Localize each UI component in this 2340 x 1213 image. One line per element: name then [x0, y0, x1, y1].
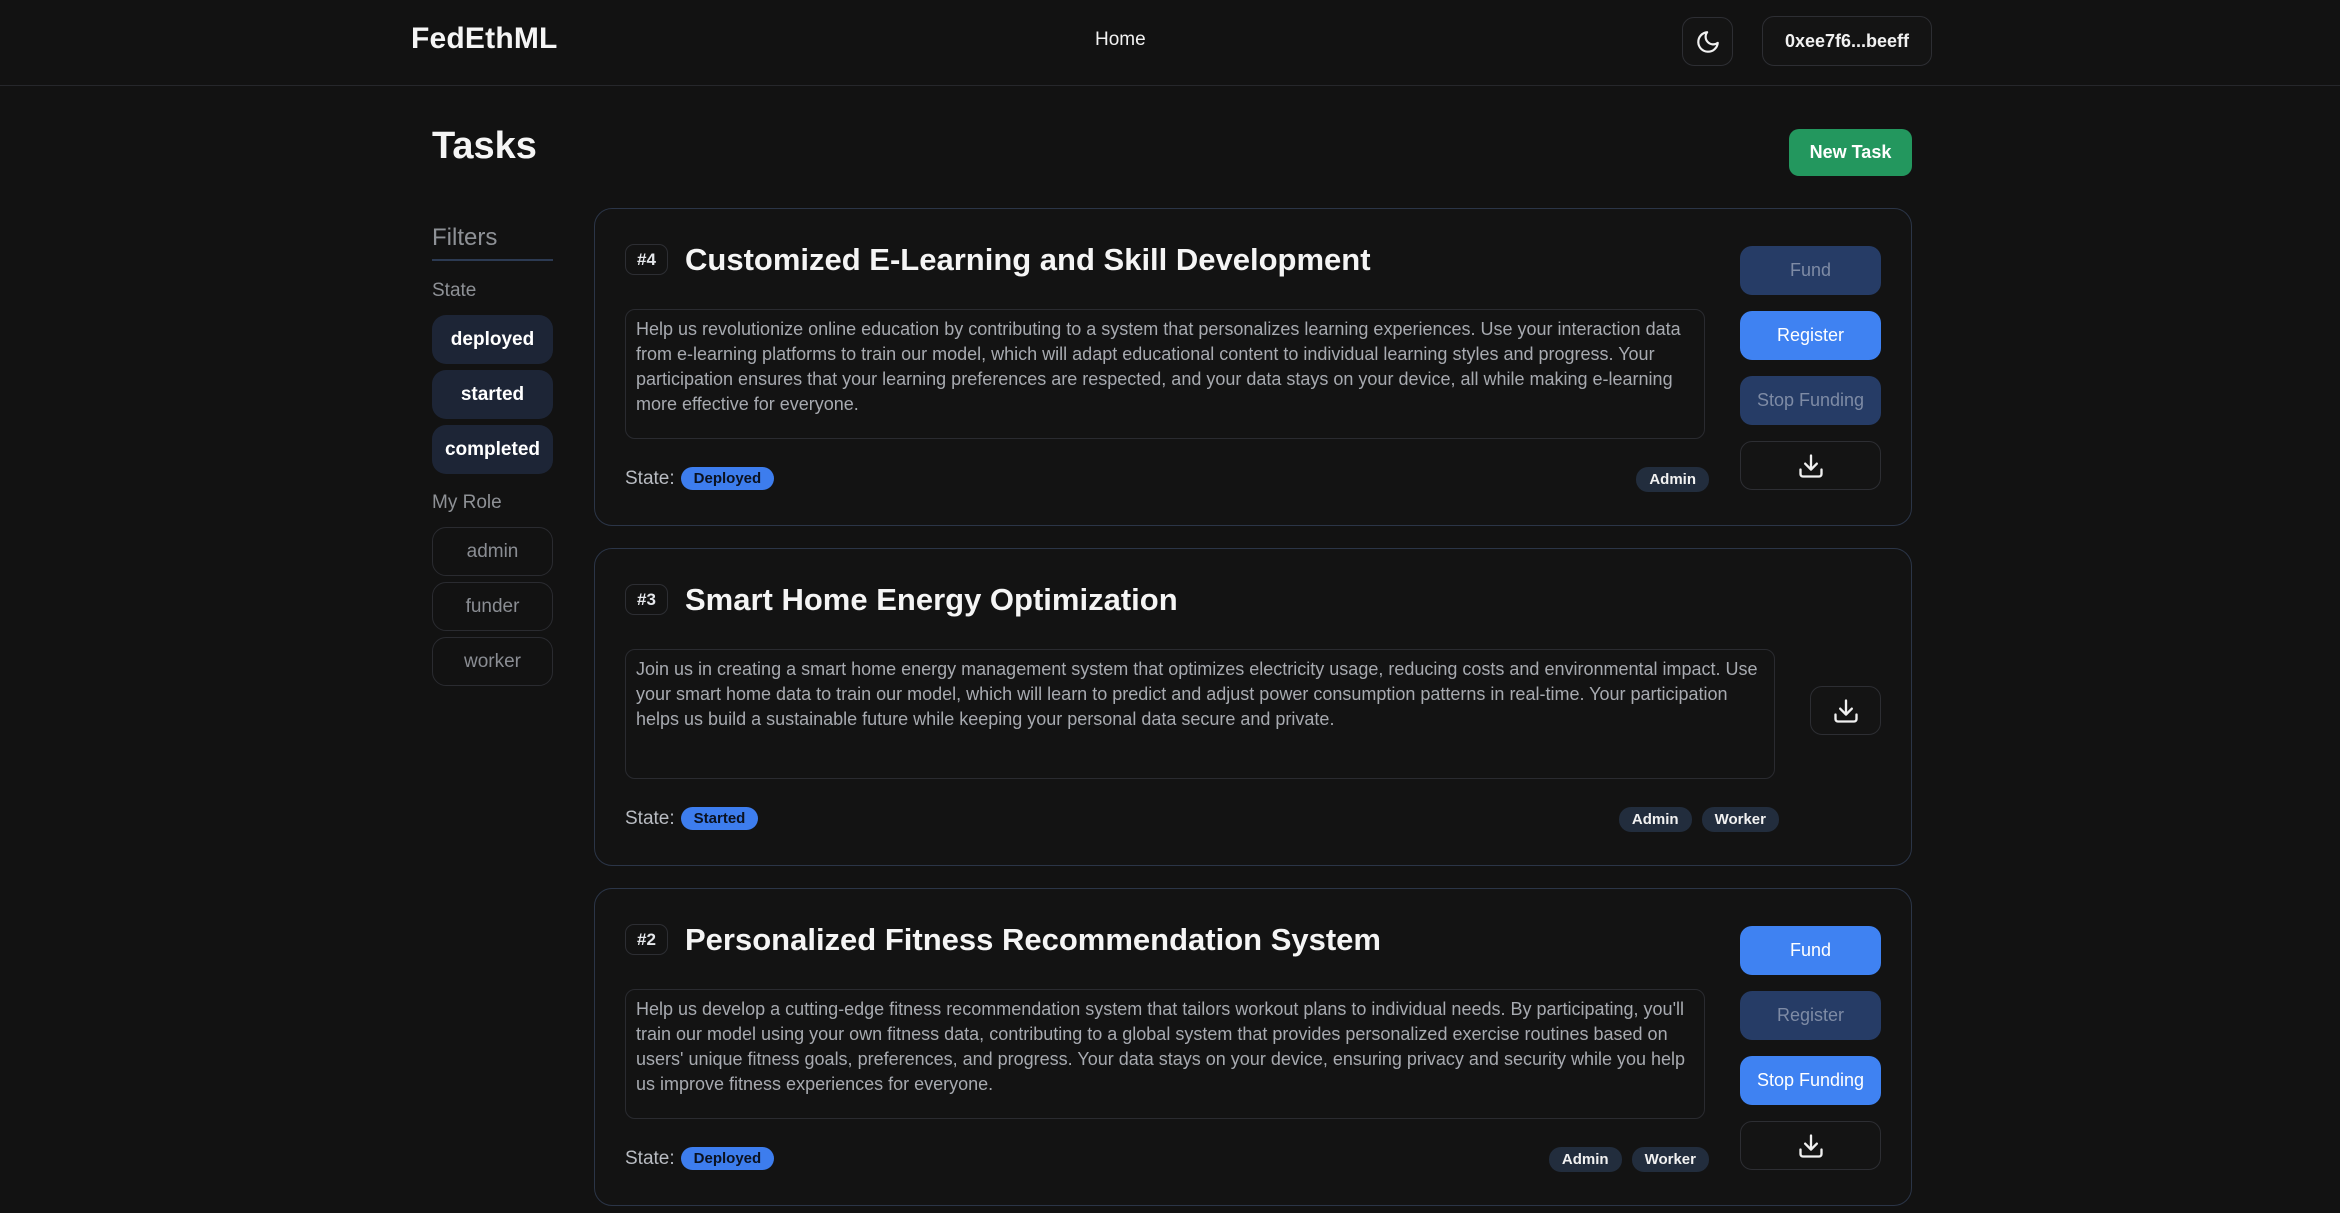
download-button[interactable] [1810, 686, 1881, 735]
filter-state-deployed[interactable]: deployed [432, 315, 553, 364]
role-badge-worker: Worker [1701, 807, 1779, 832]
stop-funding-button[interactable]: Stop Funding [1740, 1056, 1881, 1105]
task-description: Help us revolutionize online education b… [625, 309, 1705, 439]
nav-home-link[interactable]: Home [1095, 29, 1146, 51]
role-badges: Admin Worker [1618, 807, 1779, 832]
role-badges: Admin [1636, 467, 1709, 492]
role-badge-admin: Admin [1636, 467, 1709, 492]
task-card: #2 Personalized Fitness Recommendation S… [594, 888, 1912, 1206]
state-badge: Deployed [680, 1147, 775, 1170]
state-badge: Started [680, 807, 759, 830]
moon-icon [1696, 30, 1719, 53]
state-label: State: [625, 807, 675, 829]
task-id-badge: #2 [625, 924, 668, 955]
top-navbar: FedEthML Home 0xee7f6...beeff [0, 0, 2340, 86]
register-button[interactable]: Register [1740, 311, 1881, 360]
fund-button[interactable]: Fund [1740, 246, 1881, 295]
state-label: State: [625, 467, 675, 489]
filter-state-completed[interactable]: completed [432, 425, 553, 474]
state-badge: Deployed [680, 467, 775, 490]
state-filter-label: State [432, 280, 477, 301]
task-title[interactable]: Smart Home Energy Optimization [685, 582, 1178, 618]
task-state-row: State: Started [625, 807, 759, 830]
download-button[interactable] [1740, 441, 1881, 490]
download-button[interactable] [1740, 1121, 1881, 1170]
task-id-badge: #3 [625, 584, 668, 615]
brand-logo[interactable]: FedEthML [411, 22, 558, 56]
new-task-button[interactable]: New Task [1789, 129, 1912, 176]
role-badges: Admin Worker [1548, 1147, 1709, 1172]
wallet-address-button[interactable]: 0xee7f6...beeff [1762, 16, 1932, 66]
role-badge-admin: Admin [1548, 1147, 1622, 1172]
page-title: Tasks [432, 125, 537, 167]
task-state-row: State: Deployed [625, 467, 775, 490]
download-icon [1798, 1133, 1823, 1158]
role-badge-worker: Worker [1631, 1147, 1709, 1172]
task-card: #4 Customized E-Learning and Skill Devel… [594, 208, 1912, 526]
stop-funding-button[interactable]: Stop Funding [1740, 376, 1881, 425]
fund-button[interactable]: Fund [1740, 926, 1881, 975]
task-title[interactable]: Personalized Fitness Recommendation Syst… [685, 922, 1381, 958]
task-title[interactable]: Customized E-Learning and Skill Developm… [685, 242, 1371, 278]
theme-toggle-button[interactable] [1682, 17, 1733, 66]
task-card: #3 Smart Home Energy Optimization Join u… [594, 548, 1912, 866]
filter-role-worker[interactable]: worker [432, 637, 553, 686]
filters-title: Filters [432, 224, 498, 251]
task-description: Help us develop a cutting-edge fitness r… [625, 989, 1705, 1119]
state-label: State: [625, 1147, 675, 1169]
role-badge-admin: Admin [1618, 807, 1692, 832]
task-id-badge: #4 [625, 244, 668, 275]
filter-role-admin[interactable]: admin [432, 527, 553, 576]
role-filter-label: My Role [432, 492, 502, 513]
download-icon [1798, 453, 1823, 478]
task-description: Join us in creating a smart home energy … [625, 649, 1775, 779]
task-state-row: State: Deployed [625, 1147, 775, 1170]
download-icon [1833, 698, 1858, 723]
filter-role-funder[interactable]: funder [432, 582, 553, 631]
register-button[interactable]: Register [1740, 991, 1881, 1040]
filter-state-started[interactable]: started [432, 370, 553, 419]
filters-divider [432, 259, 553, 261]
